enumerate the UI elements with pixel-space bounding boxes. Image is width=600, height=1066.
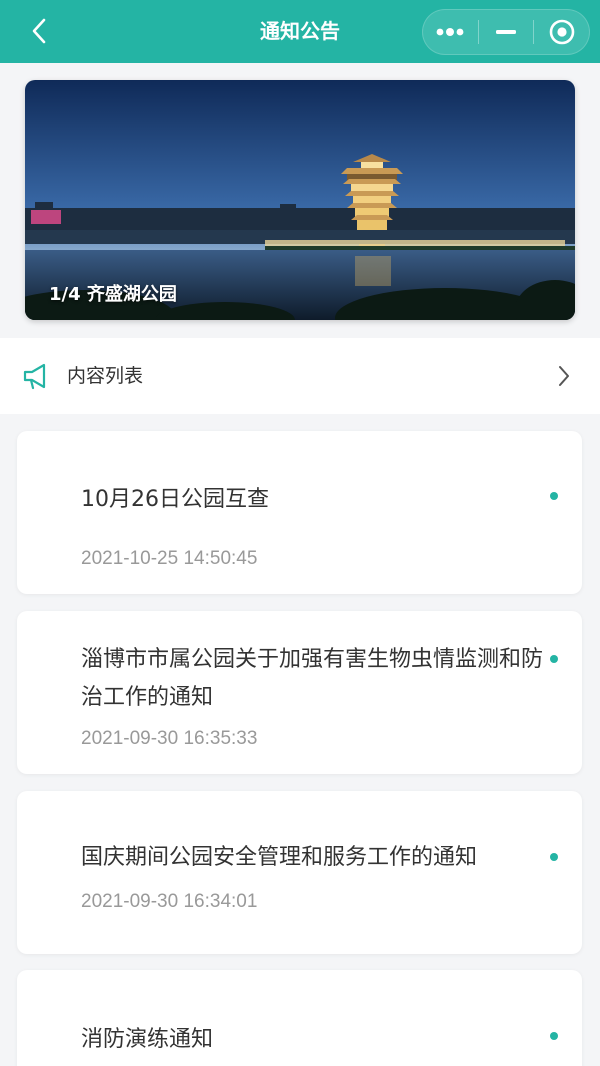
target-circle-icon	[549, 19, 574, 45]
section-title: 内容列表	[67, 365, 144, 387]
notice-card[interactable]: 消防演练通知	[17, 970, 582, 1066]
notice-title: 消防演练通知	[81, 1027, 214, 1052]
back-button[interactable]	[24, 16, 54, 46]
notice-card[interactable]: 国庆期间公园安全管理和服务工作的通知 2021-09-30 16:34:01	[17, 791, 582, 954]
banner-carousel[interactable]: 1/4 齐盛湖公园	[25, 80, 575, 320]
close-button[interactable]	[534, 10, 589, 54]
mini-program-capsule	[422, 9, 590, 55]
notice-time: 2021-09-30 16:35:33	[81, 728, 258, 749]
unread-dot	[550, 853, 558, 861]
navigation-bar: 通知公告	[0, 0, 600, 63]
notice-time: 2021-10-25 14:50:45	[81, 548, 258, 569]
notice-title: 淄博市市属公园关于加强有害生物虫情监测和防治工作的通知	[81, 647, 544, 710]
unread-dot	[550, 1032, 558, 1040]
notice-card[interactable]: 淄博市市属公园关于加强有害生物虫情监测和防治工作的通知 2021-09-30 1…	[17, 611, 582, 774]
notice-time: 2021-09-30 16:34:01	[81, 891, 258, 912]
chevron-left-icon	[32, 18, 46, 44]
minimize-icon	[496, 30, 516, 34]
notice-title: 国庆期间公园安全管理和服务工作的通知	[81, 845, 478, 870]
chevron-right-icon	[559, 366, 569, 386]
unread-dot	[550, 492, 558, 500]
megaphone-icon	[23, 363, 46, 390]
unread-dot	[550, 655, 558, 663]
banner-area: 1/4 齐盛湖公园	[0, 63, 600, 321]
minimize-button[interactable]	[479, 10, 534, 54]
more-button[interactable]	[423, 10, 478, 54]
more-dots-icon	[436, 28, 464, 36]
banner-caption: 1/4 齐盛湖公园	[49, 284, 177, 305]
notice-card[interactable]: 10月26日公园互查 2021-10-25 14:50:45	[17, 431, 582, 594]
content-list-header[interactable]: 内容列表	[0, 338, 600, 414]
notice-title: 10月26日公园互查	[81, 487, 269, 512]
